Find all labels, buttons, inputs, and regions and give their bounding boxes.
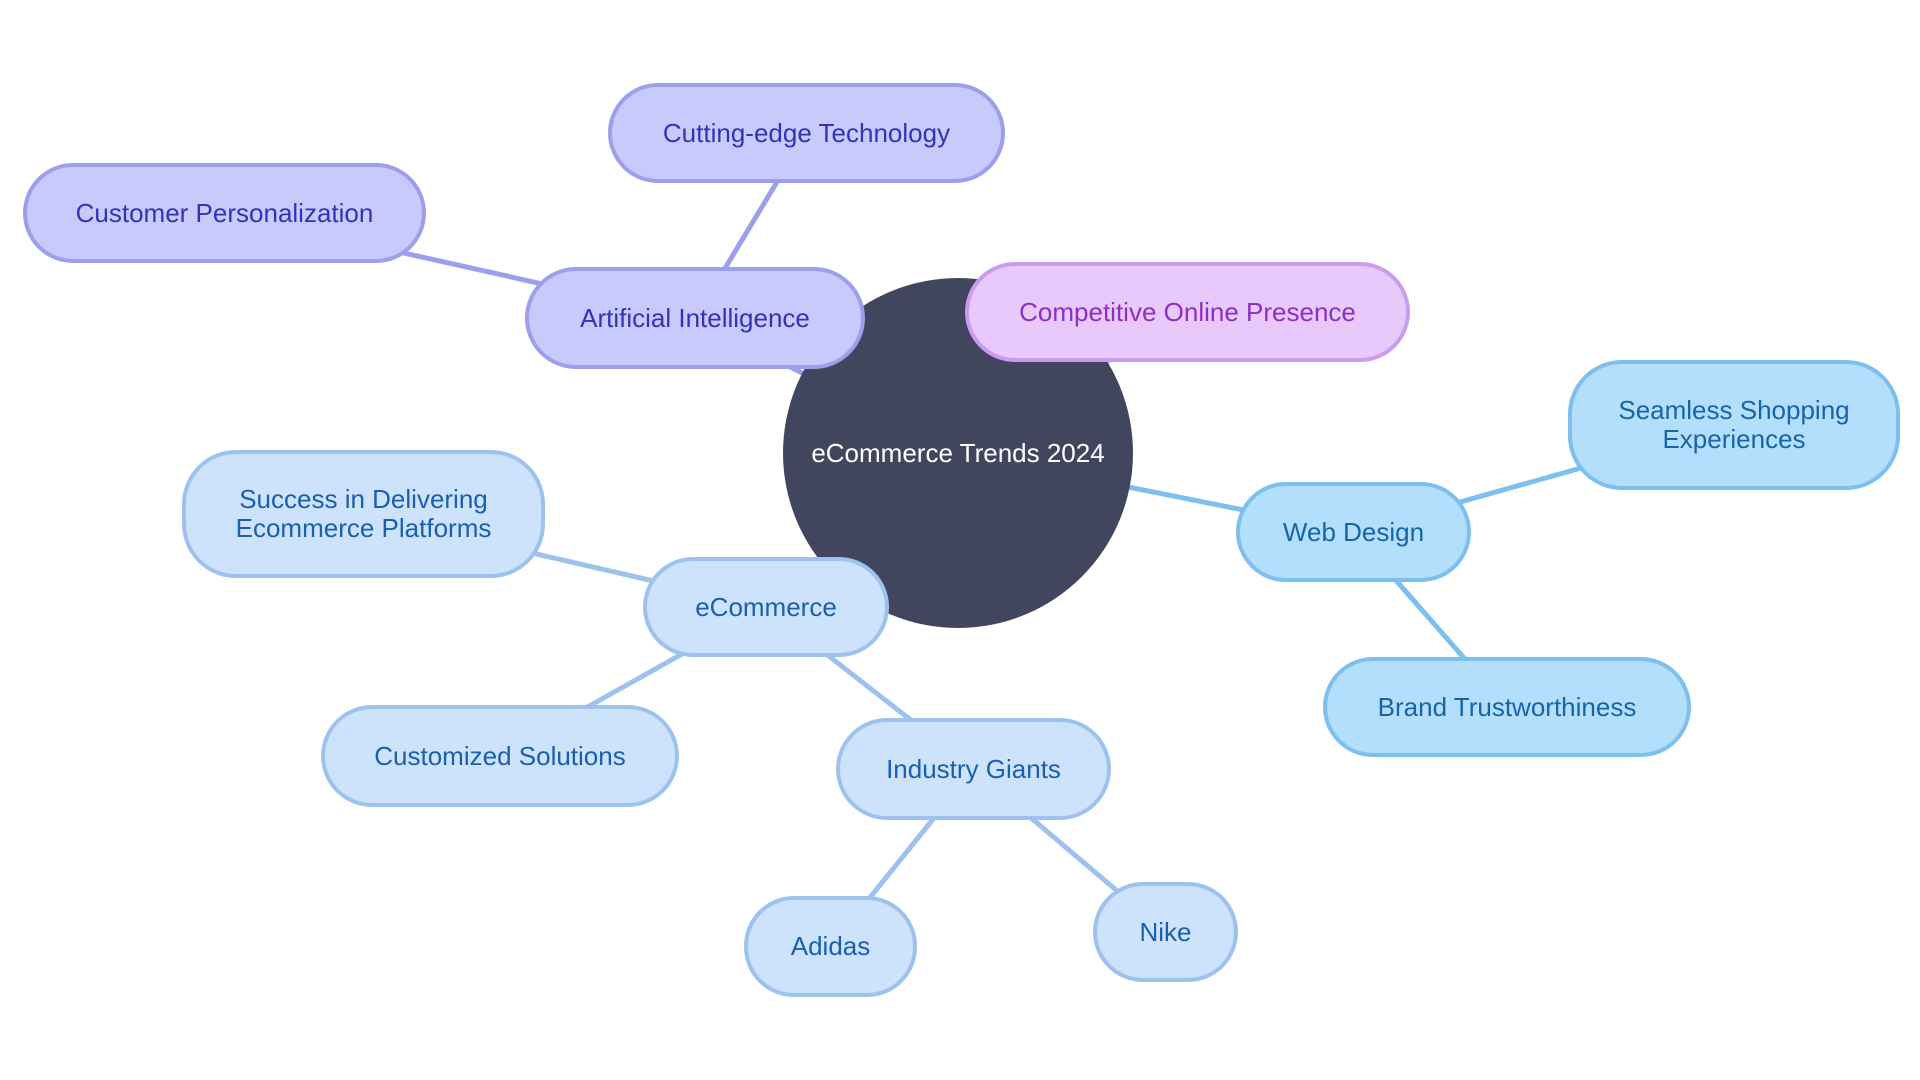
- node-label: Seamless Shopping Experiences: [1618, 395, 1850, 454]
- node-competitive-online-presence[interactable]: Competitive Online Presence: [965, 262, 1410, 362]
- node-label: Artificial Intelligence: [580, 302, 810, 333]
- node-ecommerce[interactable]: eCommerce: [643, 557, 889, 657]
- node-seamless-shopping-experiences[interactable]: Seamless Shopping Experiences: [1568, 360, 1900, 490]
- node-customer-personalization[interactable]: Customer Personalization: [23, 163, 426, 263]
- node-success-in-delivering-ecommerce-platforms[interactable]: Success in Delivering Ecommerce Platform…: [182, 450, 545, 578]
- node-label: Adidas: [790, 931, 871, 961]
- node-customized-solutions[interactable]: Customized Solutions: [321, 705, 679, 807]
- node-label: Nike: [1139, 916, 1192, 947]
- node-label: Competitive Online Presence: [1019, 296, 1356, 327]
- node-label: Cutting-edge Technology: [662, 117, 951, 148]
- node-web-design[interactable]: Web Design: [1236, 482, 1471, 582]
- node-label: eCommerce: [695, 591, 837, 622]
- node-adidas[interactable]: Adidas: [744, 896, 917, 997]
- node-label: Customized Solutions: [374, 740, 626, 771]
- node-label: Web Design: [1282, 516, 1425, 547]
- node-label: Success in Delivering Ecommerce Platform…: [235, 484, 492, 543]
- node-nike[interactable]: Nike: [1093, 882, 1238, 982]
- root-node-label: eCommerce Trends 2024: [811, 437, 1105, 468]
- node-artificial-intelligence[interactable]: Artificial Intelligence: [525, 267, 865, 369]
- node-industry-giants[interactable]: Industry Giants: [836, 718, 1111, 820]
- mindmap-canvas: eCommerce Trends 2024 Artificial Intelli…: [0, 0, 1920, 1080]
- node-brand-trustworthiness[interactable]: Brand Trustworthiness: [1323, 657, 1691, 757]
- node-cutting-edge-technology[interactable]: Cutting-edge Technology: [608, 83, 1005, 183]
- node-label: Brand Trustworthiness: [1377, 691, 1637, 722]
- node-label: Customer Personalization: [75, 197, 374, 228]
- node-label: Industry Giants: [886, 753, 1061, 784]
